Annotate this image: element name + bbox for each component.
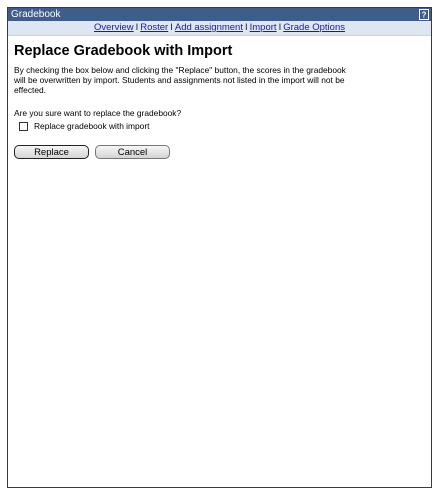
nav-link-add-assignment[interactable]: Add assignment — [175, 22, 243, 33]
nav-bar: Overview I Roster I Add assignment I Import I Gr… — [8, 21, 431, 36]
page-title: Replace Gradebook with Import — [14, 43, 233, 59]
help-icon[interactable]: ? — [419, 9, 429, 20]
nav-link-import[interactable]: Import — [250, 22, 277, 33]
nav-link-roster[interactable]: Roster — [140, 22, 168, 33]
svg-text:?: ? — [422, 11, 427, 20]
nav-link-grade-options[interactable]: Grade Options — [283, 22, 345, 33]
confirm-question: Are you sure want to replace the gradebo… — [14, 108, 182, 118]
replace-checkbox-row[interactable]: Replace gradebook with import — [19, 121, 425, 131]
action-buttons: Replace Cancel — [14, 145, 425, 159]
replace-checkbox-label[interactable]: Replace gradebook with import — [34, 121, 149, 131]
replace-button[interactable]: Replace — [14, 145, 89, 159]
window-title: Gradebook — [11, 9, 61, 20]
nav-separator: I — [244, 22, 248, 33]
nav-link-overview[interactable]: Overview — [94, 22, 134, 33]
cancel-button[interactable]: Cancel — [95, 145, 170, 159]
nav-separator: I — [278, 22, 282, 33]
main-content: Replace Gradebook with Import By checkin… — [8, 43, 431, 159]
gradebook-window: Gradebook ? Overview I Roster I Add assignme… — [7, 7, 432, 488]
nav-separator: I — [170, 22, 173, 33]
page-description: By checking the box below and clicking t… — [14, 65, 346, 95]
title-bar: Gradebook ? — [8, 8, 431, 21]
nav-separator: I — [135, 22, 139, 33]
replace-checkbox[interactable] — [19, 121, 28, 131]
